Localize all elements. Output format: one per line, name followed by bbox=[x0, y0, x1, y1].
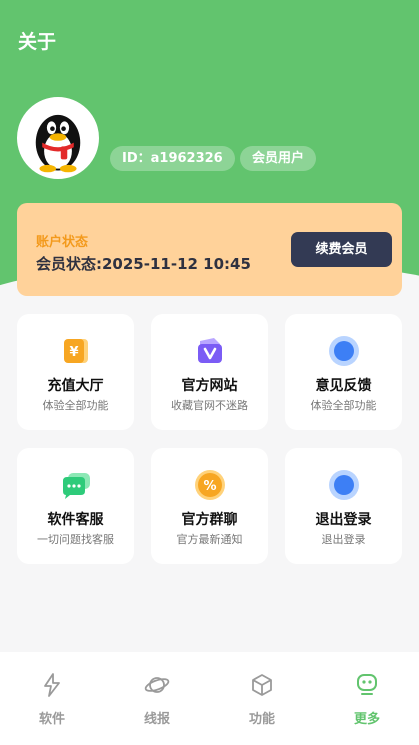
feature-name: 退出登录 bbox=[315, 512, 372, 528]
feature-desc: 体验全部功能 bbox=[310, 399, 377, 412]
avatar[interactable] bbox=[17, 97, 99, 179]
membership-expiry: 会员状态:2025-11-12 10:45 bbox=[36, 255, 251, 273]
group-chat-icon: % bbox=[194, 469, 226, 501]
tab-label: 线报 bbox=[143, 712, 170, 727]
logout-icon bbox=[328, 469, 360, 501]
feature-tile-support[interactable]: 软件客服 一切问题找客服 bbox=[17, 448, 134, 564]
feature-desc: 官方最新通知 bbox=[176, 533, 243, 546]
feedback-icon bbox=[328, 335, 360, 367]
tab-label: 更多 bbox=[353, 712, 380, 727]
feature-tile-group-chat[interactable]: % 官方群聊 官方最新通知 bbox=[151, 448, 268, 564]
lightning-icon bbox=[39, 672, 65, 698]
svg-text:%: % bbox=[203, 479, 216, 494]
robot-icon bbox=[354, 672, 380, 698]
bottom-tab-bar: 软件 线报 功能 更多 bbox=[0, 652, 419, 745]
feature-desc: 一切问题找客服 bbox=[37, 533, 114, 546]
account-status-card: 账户状态 会员状态:2025-11-12 10:45 续费会员 bbox=[17, 203, 402, 296]
svg-text:¥: ¥ bbox=[69, 345, 78, 360]
renew-membership-button[interactable]: 续费会员 bbox=[291, 232, 392, 267]
feature-tile-recharge[interactable]: ¥ 充值大厅 体验全部功能 bbox=[17, 314, 134, 430]
feature-name: 软件客服 bbox=[47, 512, 104, 528]
tab-label: 软件 bbox=[38, 712, 65, 727]
planet-icon bbox=[144, 672, 170, 698]
feature-tile-logout[interactable]: 退出登录 退出登录 bbox=[285, 448, 402, 564]
feature-desc: 体验全部功能 bbox=[42, 399, 109, 412]
feature-name: 官方群聊 bbox=[181, 512, 238, 528]
feature-name: 充值大厅 bbox=[47, 378, 104, 394]
tab-software[interactable]: 软件 bbox=[17, 672, 87, 727]
tab-label: 功能 bbox=[248, 712, 275, 727]
user-id-badge: ID：a1962326 bbox=[110, 146, 235, 171]
chat-icon bbox=[60, 469, 92, 501]
member-badge: 会员用户 bbox=[240, 146, 317, 171]
feature-name: 意见反馈 bbox=[315, 378, 372, 394]
account-status-label: 账户状态 bbox=[36, 235, 89, 250]
recharge-icon: ¥ bbox=[60, 335, 92, 367]
feature-tile-feedback[interactable]: 意见反馈 体验全部功能 bbox=[285, 314, 402, 430]
tab-more[interactable]: 更多 bbox=[332, 672, 402, 727]
feature-desc: 退出登录 bbox=[321, 533, 366, 546]
website-icon bbox=[194, 335, 226, 367]
feature-desc: 收藏官网不迷路 bbox=[171, 399, 248, 412]
feature-tile-website[interactable]: 官方网站 收藏官网不迷路 bbox=[151, 314, 268, 430]
penguin-avatar-icon bbox=[20, 100, 96, 176]
cube-icon bbox=[249, 672, 275, 698]
tab-news[interactable]: 线报 bbox=[122, 672, 192, 727]
feature-name: 官方网站 bbox=[181, 378, 238, 394]
page-title: 关于 bbox=[18, 31, 57, 53]
tab-functions[interactable]: 功能 bbox=[227, 672, 297, 727]
